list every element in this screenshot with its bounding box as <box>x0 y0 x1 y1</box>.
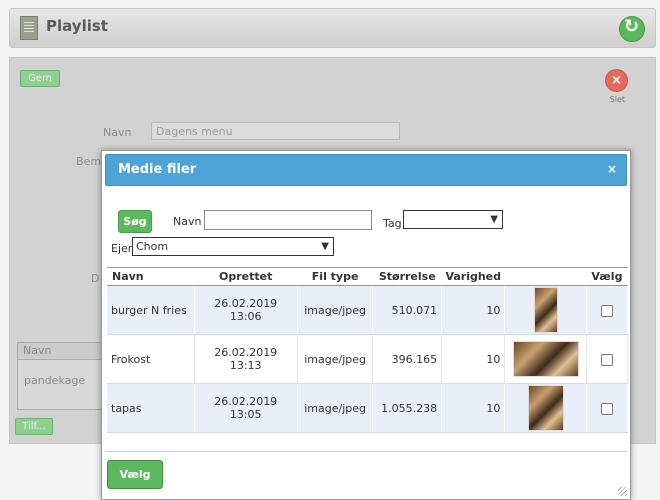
row-name: tapas <box>107 383 195 433</box>
row-preview <box>504 285 587 335</box>
media-files-dialog: Medie filer × Søg Navn Tag ▼ Ejer Chom ▼… <box>101 150 631 500</box>
name-field[interactable]: Dagens menu <box>151 122 400 140</box>
row-duration: 10 <box>441 383 506 433</box>
thumbnail-image <box>527 385 564 431</box>
select-button[interactable]: Vælg <box>107 460 163 489</box>
row-created: 26.02.2019 13:06 <box>194 285 298 335</box>
row-file-type: image/jpeg <box>297 334 374 384</box>
page-title: Playlist <box>46 17 108 35</box>
add-button[interactable]: Tilf... <box>15 418 53 435</box>
owner-select-value: Chom <box>136 240 169 253</box>
owner-label: Ejer <box>111 242 133 255</box>
row-select <box>586 285 629 335</box>
column-header-name[interactable]: Navn <box>107 267 195 286</box>
description-label: Bem <box>76 155 102 168</box>
dialog-title: Medie filer <box>118 162 197 177</box>
row-select <box>586 334 629 384</box>
delete-label: Slet <box>609 95 625 104</box>
tag-label: Tag <box>383 217 402 230</box>
divider <box>105 451 627 452</box>
date-label: D <box>91 272 100 285</box>
row-file-type: image/jpeg <box>297 285 374 335</box>
column-header-file-type[interactable]: Fil type <box>297 267 373 286</box>
tag-select[interactable]: ▼ <box>403 210 503 229</box>
refresh-icon[interactable] <box>619 16 645 42</box>
dialog-header: Medie filer × <box>105 154 627 186</box>
resize-handle[interactable] <box>618 487 627 496</box>
name-label: Navn <box>103 126 132 139</box>
select-checkbox[interactable] <box>600 304 613 317</box>
column-header-created[interactable]: Oprettet <box>194 267 298 286</box>
row-select <box>586 383 629 433</box>
select-checkbox[interactable] <box>600 402 613 415</box>
name-filter-input[interactable] <box>204 210 372 230</box>
select-checkbox[interactable] <box>600 353 613 366</box>
row-size: 510.071 <box>372 285 443 335</box>
row-created: 26.02.2019 13:13 <box>194 334 298 384</box>
row-size: 1.055.238 <box>372 383 443 433</box>
column-header-preview <box>504 267 587 286</box>
row-size: 396.165 <box>372 334 443 384</box>
column-header-select: Vælg <box>586 267 628 286</box>
row-file-type: image/jpeg <box>297 383 374 433</box>
row-name: Frokost <box>107 334 195 384</box>
row-preview <box>504 383 587 433</box>
column-header-size[interactable]: Størrelse <box>372 267 442 286</box>
name-filter-label: Navn <box>173 215 202 228</box>
playlist-table: Navn pandekage <box>17 342 105 410</box>
row-duration: 10 <box>441 334 506 384</box>
table-row[interactable]: burger N fries 26.02.2019 13:06 image/jp… <box>107 285 629 335</box>
save-button[interactable]: Gem <box>20 70 60 87</box>
table-row[interactable]: tapas 26.02.2019 13:05 image/jpeg 1.055.… <box>107 383 629 433</box>
playlist-table-header: Navn <box>18 343 104 360</box>
top-bar: Playlist <box>9 8 656 48</box>
owner-select[interactable]: Chom ▼ <box>132 237 334 256</box>
column-header-duration[interactable]: Varighed <box>441 267 505 286</box>
row-created: 26.02.2019 13:05 <box>194 383 298 433</box>
thumbnail-image <box>512 341 579 377</box>
chevron-down-icon: ▼ <box>490 214 498 225</box>
row-name: burger N fries <box>107 285 195 335</box>
table-row[interactable]: Frokost 26.02.2019 13:13 image/jpeg 396.… <box>107 334 629 384</box>
document-icon <box>20 16 38 40</box>
close-icon[interactable]: × <box>607 162 617 176</box>
media-table: Navn Oprettet Fil type Størrelse Varighe… <box>107 267 629 433</box>
row-duration: 10 <box>441 285 506 335</box>
chevron-down-icon: ▼ <box>321 241 329 252</box>
search-button[interactable]: Søg <box>118 210 152 233</box>
thumbnail-image <box>533 287 558 333</box>
row-preview <box>504 334 587 384</box>
playlist-table-row[interactable]: pandekage <box>18 360 104 387</box>
delete-icon[interactable]: × <box>605 69 628 92</box>
